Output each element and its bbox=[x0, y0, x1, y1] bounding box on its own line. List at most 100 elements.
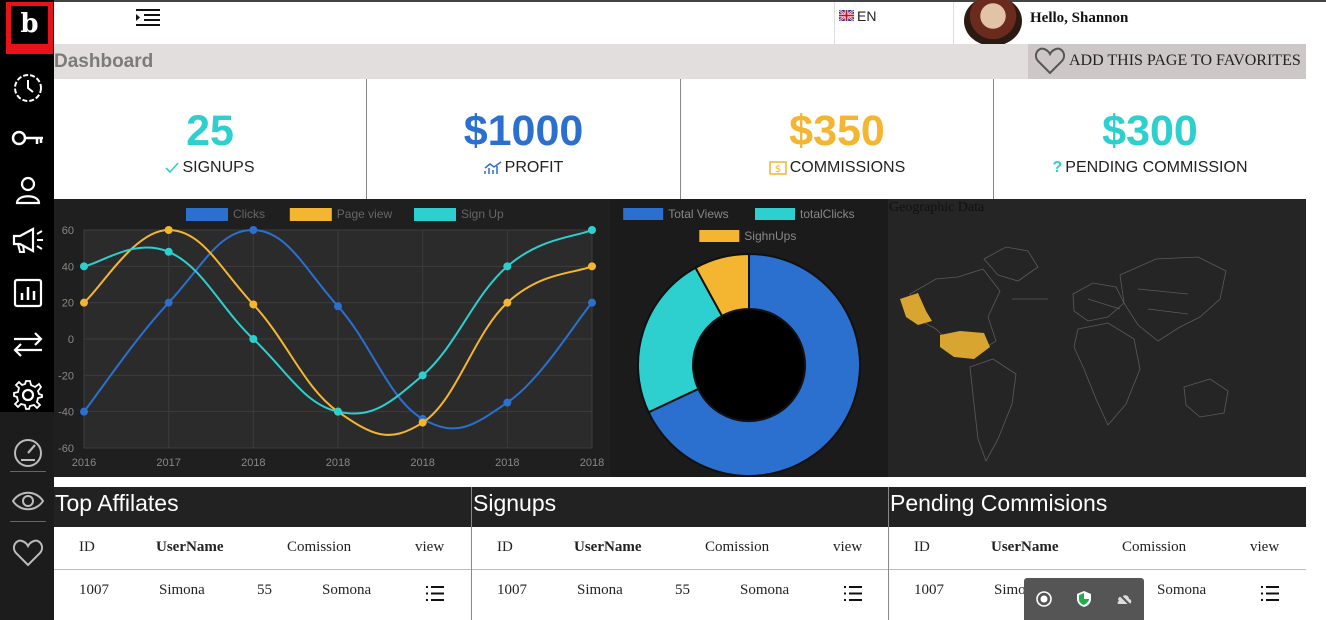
data-point[interactable] bbox=[80, 298, 88, 307]
y-tick-label: 60 bbox=[62, 225, 74, 237]
stat-value: $1000 bbox=[463, 107, 584, 155]
legend-swatch bbox=[414, 208, 456, 221]
south-america-outline bbox=[969, 358, 1017, 462]
legend-swatch bbox=[186, 208, 228, 221]
stat-label: COMMISSIONS bbox=[789, 159, 906, 176]
data-point[interactable] bbox=[334, 302, 342, 311]
sidebar-divider bbox=[10, 471, 46, 472]
cell-id: 1007 bbox=[914, 582, 944, 598]
y-tick-label: 0 bbox=[68, 334, 74, 346]
x-tick-label: 2017 bbox=[156, 457, 180, 469]
add-to-favorites-button[interactable]: ADD THIS PAGE TO FAVORITES bbox=[1028, 44, 1306, 79]
data-point[interactable] bbox=[80, 262, 88, 271]
heart-icon[interactable] bbox=[10, 535, 46, 571]
cell-commission: 55 bbox=[675, 582, 690, 598]
data-point[interactable] bbox=[588, 226, 596, 234]
key-icon[interactable] bbox=[10, 120, 46, 156]
legend-label[interactable]: SighnUps bbox=[744, 229, 796, 243]
data-point[interactable] bbox=[164, 298, 173, 307]
x-tick-label: 2016 bbox=[72, 457, 96, 469]
menu-toggle-icon[interactable] bbox=[134, 8, 162, 30]
data-point[interactable] bbox=[249, 335, 258, 343]
column-header: view bbox=[1250, 539, 1280, 555]
africa-outline bbox=[1073, 322, 1141, 426]
usa-region bbox=[940, 331, 990, 359]
megaphone-icon[interactable] bbox=[10, 222, 46, 258]
data-point[interactable] bbox=[503, 398, 512, 407]
top-bar: EN Hello, Shannon bbox=[54, 0, 1326, 46]
cell-username: Simona bbox=[159, 582, 205, 598]
legend-label[interactable]: Page view bbox=[337, 207, 393, 221]
column-header: ID bbox=[79, 539, 95, 555]
x-tick-label: 2018 bbox=[410, 457, 434, 469]
column-header: Comission bbox=[287, 539, 352, 555]
legend-label[interactable]: Clicks bbox=[233, 207, 265, 221]
speedometer-icon[interactable] bbox=[10, 434, 46, 470]
row-divider bbox=[472, 569, 889, 570]
heart-outline-icon bbox=[1034, 47, 1066, 75]
language-label: EN bbox=[857, 8, 877, 24]
row-divider bbox=[54, 569, 471, 570]
clock-icon[interactable] bbox=[10, 70, 46, 106]
stat-label: PENDING COMMISSION bbox=[1065, 159, 1248, 176]
data-point[interactable] bbox=[418, 371, 427, 380]
cloud-off-icon[interactable] bbox=[1114, 589, 1134, 609]
dollar-icon: $ bbox=[768, 161, 787, 175]
data-point[interactable] bbox=[164, 247, 173, 256]
data-point[interactable] bbox=[588, 262, 596, 271]
legend-label[interactable]: Total Views bbox=[668, 207, 728, 221]
data-point[interactable] bbox=[164, 226, 173, 234]
column-header: UserName bbox=[574, 539, 642, 555]
table-title: Pending Commisions bbox=[890, 490, 1108, 516]
svg-text:$: $ bbox=[775, 164, 781, 175]
asia-outline bbox=[1119, 256, 1227, 342]
page-title: Dashboard bbox=[54, 51, 154, 72]
stat-value: 25 bbox=[186, 107, 234, 155]
avatar[interactable] bbox=[964, 0, 1022, 46]
logo-letter: b bbox=[11, 6, 48, 44]
cell-name: Somona bbox=[322, 582, 372, 598]
legend-label[interactable]: Sign Up bbox=[461, 207, 504, 221]
data-point[interactable] bbox=[418, 418, 427, 427]
row-divider bbox=[889, 569, 1306, 570]
stat-signups: 25 SIGNUPS bbox=[54, 79, 367, 199]
map-title: Geographic Data bbox=[889, 200, 985, 215]
stat-pending-commission: $300 ? PENDING COMMISSION bbox=[994, 79, 1306, 199]
legend-label[interactable]: totalClicks bbox=[800, 207, 855, 221]
brand-logo[interactable]: b bbox=[6, 2, 53, 54]
data-point[interactable] bbox=[80, 407, 88, 416]
table-top-affiliates: Top Affilates ID UserName Comission view… bbox=[54, 487, 471, 620]
list-icon[interactable] bbox=[425, 585, 445, 602]
greenland-outline bbox=[983, 246, 1039, 282]
table-signups: Signups ID UserName Comission view 1007 … bbox=[472, 487, 889, 620]
data-point[interactable] bbox=[334, 407, 342, 416]
stat-label: PROFIT bbox=[504, 159, 564, 176]
cell-id: 1007 bbox=[497, 582, 527, 598]
data-point[interactable] bbox=[249, 300, 258, 309]
page-header: Dashboard ADD THIS PAGE TO FAVORITES bbox=[54, 44, 1306, 79]
column-header: view bbox=[415, 539, 445, 555]
report-icon[interactable] bbox=[10, 275, 46, 311]
stat-value: $300 bbox=[1102, 107, 1198, 155]
user-icon[interactable] bbox=[10, 172, 46, 208]
eye-icon[interactable] bbox=[10, 483, 46, 519]
record-icon[interactable] bbox=[1034, 589, 1054, 609]
data-point[interactable] bbox=[503, 298, 512, 307]
data-point[interactable] bbox=[249, 226, 258, 234]
floating-toolbar bbox=[1024, 578, 1144, 620]
column-header: ID bbox=[497, 539, 513, 555]
sidebar-divider bbox=[10, 521, 46, 522]
list-icon[interactable] bbox=[843, 585, 863, 602]
stat-profit: $1000 PROFIT bbox=[367, 79, 681, 199]
cell-username: Simona bbox=[577, 582, 623, 598]
shield-icon[interactable] bbox=[1074, 589, 1094, 609]
data-point[interactable] bbox=[588, 298, 596, 307]
list-icon[interactable] bbox=[1260, 585, 1280, 602]
gear-icon[interactable] bbox=[10, 377, 46, 413]
data-point[interactable] bbox=[503, 262, 512, 271]
line-chart-panel: 60 40 20 0 -20 -40 -60 2016 2017 2018 2018 2018 2018… bbox=[54, 199, 610, 477]
transfer-icon[interactable] bbox=[10, 326, 46, 362]
chart-icon bbox=[483, 161, 502, 174]
language-selector[interactable]: EN bbox=[834, 2, 954, 44]
cell-id: 1007 bbox=[79, 582, 109, 598]
